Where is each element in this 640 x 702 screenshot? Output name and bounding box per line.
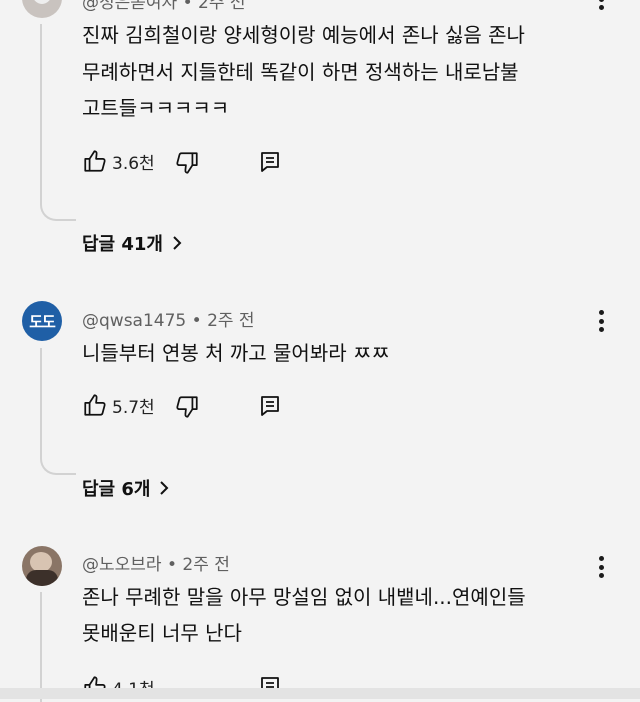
like-count: 5.7천 [112, 397, 155, 418]
thumbs-down-icon [176, 152, 198, 174]
thread-line [40, 348, 76, 475]
avatar-initials: 도도 [29, 312, 56, 331]
comment-text-line: 고트들ㅋㅋㅋㅋㅋ [82, 96, 230, 120]
comment-text-line: 니들부터 연봉 처 까고 물어봐라 ㅉㅉ [82, 341, 390, 365]
replies-label: 답글 6개 [82, 479, 151, 500]
reply-icon [261, 152, 279, 172]
reply-button[interactable] [258, 393, 282, 419]
thread-line [40, 592, 76, 702]
more-vert-icon[interactable] [592, 0, 610, 10]
like-count: 3.6천 [112, 153, 155, 174]
chevron-right-icon [160, 481, 169, 495]
comment-text-line: 무례하면서 지들한테 똑같이 하면 정색하는 내로남불 [82, 60, 519, 84]
more-vert-icon[interactable] [592, 556, 610, 578]
reply-icon [261, 396, 279, 416]
like-button[interactable]: 3.6천 [82, 148, 155, 174]
avatar[interactable]: 도도 [22, 301, 62, 341]
thumbs-down-icon [176, 396, 198, 418]
bottom-edge [0, 688, 640, 699]
like-button[interactable]: 5.7천 [82, 392, 155, 418]
thumbs-up-icon [84, 394, 106, 416]
avatar[interactable] [22, 546, 62, 586]
comment-author-meta[interactable]: @정은쏟여자 • 2주 전 [82, 0, 246, 13]
comment-text-line: 진짜 김희철이랑 양세형이랑 예능에서 존나 싫음 존나 [82, 23, 525, 47]
replies-label: 답글 41개 [82, 234, 163, 255]
view-replies-button[interactable]: 답글 41개 [82, 230, 183, 256]
chevron-right-icon [173, 236, 182, 250]
reply-button[interactable] [258, 149, 282, 175]
thumbs-up-icon [84, 150, 106, 172]
more-vert-icon[interactable] [592, 310, 610, 332]
comment-author-meta[interactable]: @qwsa1475 • 2주 전 [82, 306, 255, 331]
comment-text-line: 존나 무례한 말을 아무 망설임 없이 내뱉네...연예인들 [82, 585, 526, 609]
view-replies-button[interactable]: 답글 6개 [82, 475, 170, 501]
comment-author-meta[interactable]: @노오브라 • 2주 전 [82, 550, 230, 575]
comment-text-line: 못배운티 너무 난다 [82, 621, 242, 645]
thread-line [40, 24, 76, 221]
dislike-button[interactable] [174, 150, 200, 176]
avatar[interactable] [22, 0, 62, 18]
dislike-button[interactable] [174, 394, 200, 420]
